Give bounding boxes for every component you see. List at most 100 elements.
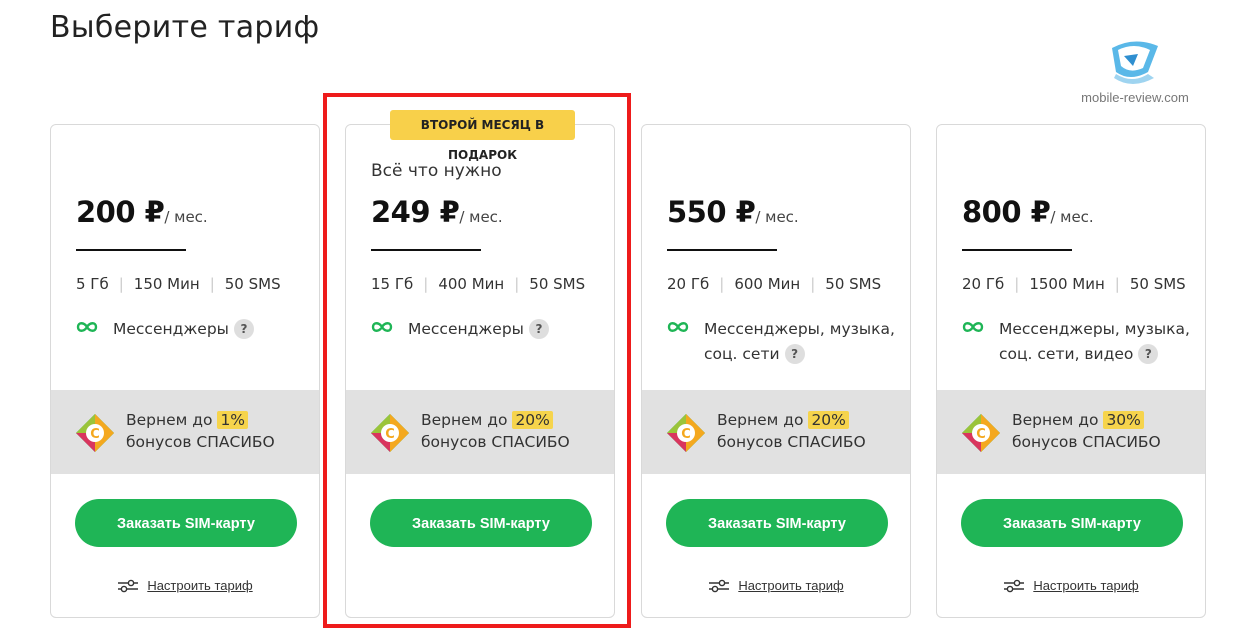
page-title: Выберите тариф <box>50 10 320 45</box>
order-sim-button[interactable]: Заказать SIM-карту <box>370 499 592 547</box>
question-icon[interactable]: ? <box>784 344 805 364</box>
price-period: / мес. <box>459 208 503 226</box>
tune-plan[interactable]: Настроить тариф <box>51 575 319 594</box>
price-value: 550 ₽ <box>667 195 756 229</box>
plan-feature: Мессенджеры? <box>76 317 311 342</box>
spec-data: 20 Гб <box>962 275 1005 293</box>
spec-minutes: 400 Мин <box>438 275 505 293</box>
plan-price: 249 ₽/ мес. <box>371 195 503 229</box>
order-sim-button[interactable]: Заказать SIM-карту <box>75 499 297 547</box>
sliders-icon <box>118 579 139 592</box>
bonus-suffix: бонусов СПАСИБО <box>126 433 275 451</box>
plan-card-249: Всё что нужно 249 ₽/ мес. 15 Гб | 400 Мин |… <box>345 124 615 618</box>
sliders-icon <box>1004 579 1025 592</box>
spec-sms: 50 SMS <box>825 275 882 293</box>
spec-data: 5 Гб <box>76 275 109 293</box>
plan-card-200: 200 ₽/ мес. 5 Гб | 150 Мин | 50 SMS Мессендж… <box>50 124 320 618</box>
order-sim-button[interactable]: Заказать SIM-карту <box>961 499 1183 547</box>
spec-data: 20 Гб <box>667 275 710 293</box>
bonus-text: Вернем до 30% бонусов СПАСИБО <box>1012 409 1161 453</box>
price-period: / мес. <box>755 208 799 226</box>
svg-text:С: С <box>976 427 986 442</box>
promo-badge: ВТОРОЙ МЕСЯЦ В ПОДАРОК <box>390 110 575 162</box>
spec-minutes: 1500 Мин <box>1029 275 1105 293</box>
svg-text:С: С <box>681 427 691 442</box>
bonus-percent: 20% <box>808 411 849 429</box>
plan-price: 800 ₽/ мес. <box>962 195 1094 229</box>
question-icon[interactable]: ? <box>233 319 254 339</box>
tune-plan-link[interactable]: Настроить тариф <box>1033 578 1138 593</box>
plan-feature: Мессенджеры, музыка, соц. сети? <box>667 317 902 367</box>
svg-text:С: С <box>385 427 395 442</box>
infinity-icon <box>962 322 984 332</box>
plan-price: 550 ₽/ мес. <box>667 195 799 229</box>
bonus-band: С Вернем до 20% бонусов СПАСИБО <box>642 390 910 474</box>
price-value: 200 ₽ <box>76 195 165 229</box>
plan-price: 200 ₽/ мес. <box>76 195 208 229</box>
tune-plan-link[interactable]: Настроить тариф <box>147 578 252 593</box>
plan-specs: 20 Гб | 1500 Мин | 50 SMS <box>962 275 1186 293</box>
price-underline <box>962 249 1072 251</box>
bonus-band: С Вернем до 20% бонусов СПАСИБО <box>346 390 614 474</box>
feature-text: Мессенджеры <box>408 320 524 338</box>
bonus-text: Вернем до 20% бонусов СПАСИБО <box>421 409 570 453</box>
mobile-review-logo-icon <box>1112 41 1158 84</box>
spec-separator: | <box>810 275 816 293</box>
spec-sms: 50 SMS <box>529 275 586 293</box>
tune-plan-link[interactable]: Настроить тариф <box>738 578 843 593</box>
plan-specs: 20 Гб | 600 Мин | 50 SMS <box>667 275 881 293</box>
bonus-suffix: бонусов СПАСИБО <box>421 433 570 451</box>
price-period: / мес. <box>1050 208 1094 226</box>
plan-specs: 15 Гб | 400 Мин | 50 SMS <box>371 275 585 293</box>
infinity-icon <box>667 322 689 332</box>
plan-feature: Мессенджеры, музыка, соц. сети, видео? <box>962 317 1197 367</box>
bonus-text: Вернем до 1% бонусов СПАСИБО <box>126 409 275 453</box>
watermark-text: mobile-review.com <box>1081 90 1189 105</box>
bonus-suffix: бонусов СПАСИБО <box>1012 433 1161 451</box>
bonus-percent: 30% <box>1103 411 1144 429</box>
price-period: / мес. <box>164 208 208 226</box>
infinity-icon <box>371 322 393 332</box>
bonus-prefix: Вернем до <box>126 411 213 429</box>
spec-minutes: 600 Мин <box>734 275 801 293</box>
bonus-percent: 1% <box>217 411 249 429</box>
bonus-band: С Вернем до 30% бонусов СПАСИБО <box>937 390 1205 474</box>
spec-separator: | <box>514 275 520 293</box>
spec-data: 15 Гб <box>371 275 414 293</box>
price-underline <box>667 249 777 251</box>
sberbank-spasibo-icon: С <box>76 414 114 452</box>
price-underline <box>76 249 186 251</box>
spec-separator: | <box>719 275 725 293</box>
bonus-prefix: Вернем до <box>421 411 508 429</box>
price-underline <box>371 249 481 251</box>
bonus-percent: 20% <box>512 411 553 429</box>
svg-text:С: С <box>90 427 100 442</box>
tune-plan[interactable]: Настроить тариф <box>642 575 910 594</box>
infinity-icon <box>76 322 98 332</box>
watermark: mobile-review.com <box>1080 38 1190 105</box>
spec-minutes: 150 Мин <box>133 275 200 293</box>
sliders-icon <box>709 579 730 592</box>
feature-text: Мессенджеры <box>113 320 229 338</box>
sberbank-spasibo-icon: С <box>962 414 1000 452</box>
bonus-suffix: бонусов СПАСИБО <box>717 433 866 451</box>
question-icon[interactable]: ? <box>1138 344 1159 364</box>
spec-separator: | <box>118 275 124 293</box>
bonus-band: С Вернем до 1% бонусов СПАСИБО <box>51 390 319 474</box>
plan-feature: Мессенджеры? <box>371 317 606 342</box>
spec-separator: | <box>209 275 215 293</box>
tune-plan[interactable]: Настроить тариф <box>937 575 1205 594</box>
plan-card-550: 550 ₽/ мес. 20 Гб | 600 Мин | 50 SMS Мессенд… <box>641 124 911 618</box>
spec-separator: | <box>423 275 429 293</box>
plan-specs: 5 Гб | 150 Мин | 50 SMS <box>76 275 281 293</box>
plan-card-800: 800 ₽/ мес. 20 Гб | 1500 Мин | 50 SMS Мессен… <box>936 124 1206 618</box>
sberbank-spasibo-icon: С <box>667 414 705 452</box>
question-icon[interactable]: ? <box>528 319 549 339</box>
order-sim-button[interactable]: Заказать SIM-карту <box>666 499 888 547</box>
spec-separator: | <box>1014 275 1020 293</box>
bonus-text: Вернем до 20% бонусов СПАСИБО <box>717 409 866 453</box>
price-value: 800 ₽ <box>962 195 1051 229</box>
spec-sms: 50 SMS <box>1129 275 1186 293</box>
price-value: 249 ₽ <box>371 195 460 229</box>
sberbank-spasibo-icon: С <box>371 414 409 452</box>
